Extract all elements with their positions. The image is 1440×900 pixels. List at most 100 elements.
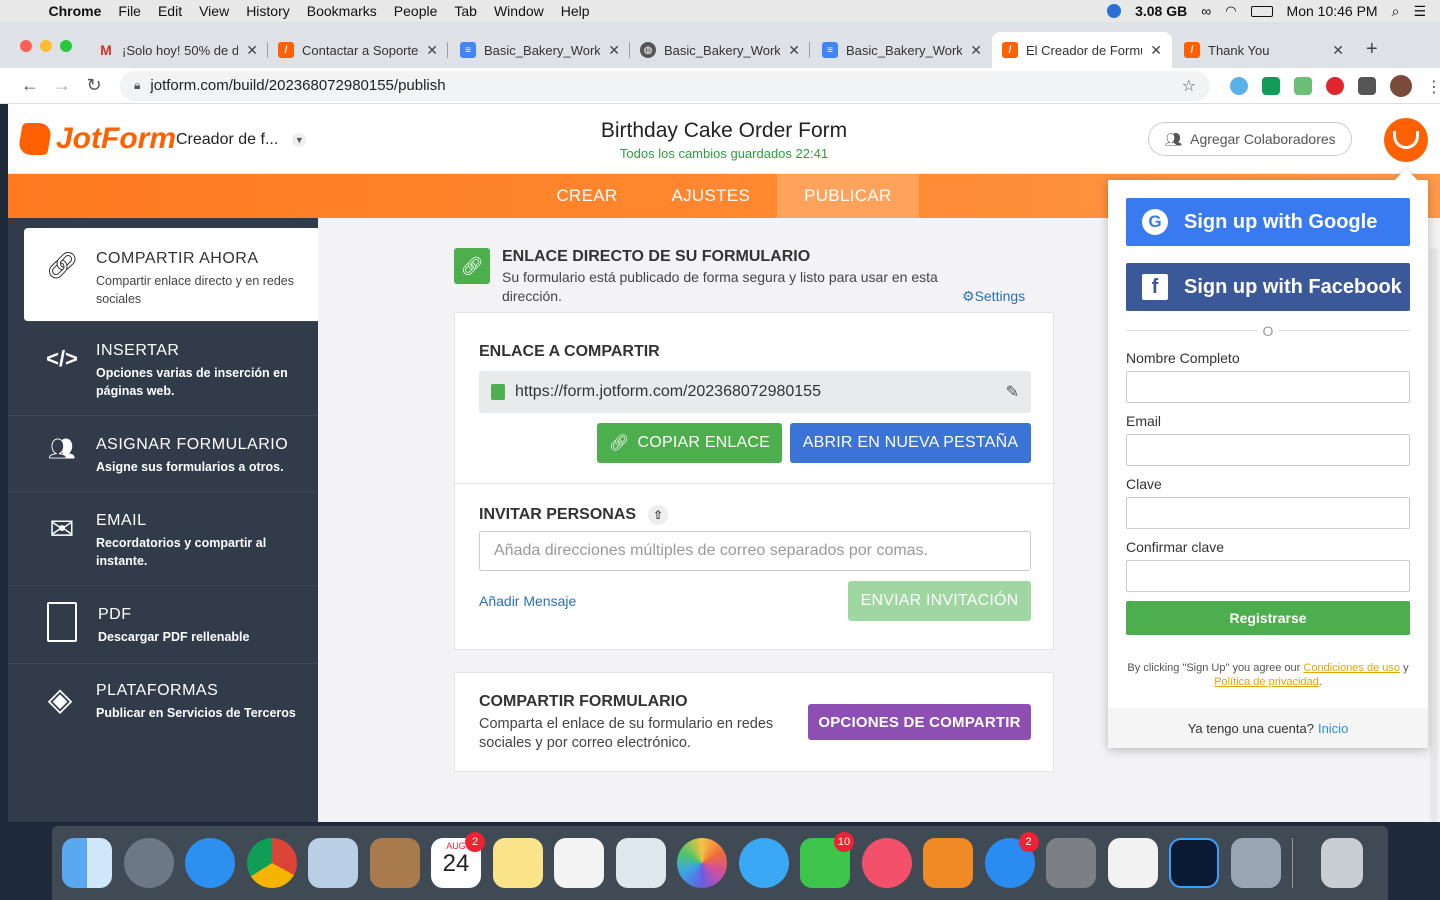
notes-icon[interactable]	[492, 838, 543, 888]
memory-icon[interactable]	[1107, 4, 1122, 18]
new-tab-button[interactable]: +	[1366, 38, 1378, 61]
menu-people[interactable]: People	[385, 3, 446, 19]
spotlight-icon[interactable]: ⌕	[1392, 3, 1400, 20]
menu-history[interactable]: History	[238, 3, 299, 19]
safari-icon[interactable]	[185, 838, 235, 888]
inbox-extension-icon[interactable]	[1294, 76, 1312, 95]
reminders-icon[interactable]	[554, 838, 604, 888]
close-icon[interactable]: ✕	[788, 42, 800, 59]
forward-icon[interactable]: →	[46, 75, 78, 96]
copy-link-button[interactable]: 🔗︎ COPIAR ENLACE	[597, 423, 782, 463]
battery-icon[interactable]	[1250, 5, 1273, 17]
settings-link[interactable]: ⚙Settings	[962, 288, 1025, 305]
tab-contactar-soporte[interactable]: / Contactar a Soporte ✕	[268, 32, 448, 68]
creative-cloud-icon[interactable]: ∞	[1201, 3, 1211, 19]
minimize-window-icon[interactable]	[40, 40, 52, 52]
menu-view[interactable]: View	[191, 3, 238, 19]
system-preferences-icon[interactable]	[1046, 838, 1096, 888]
open-new-tab-button[interactable]: ABRIR EN NUEVA PESTAÑA	[790, 423, 1031, 463]
contacts-icon[interactable]	[369, 838, 420, 888]
image-capture-icon[interactable]	[1230, 838, 1281, 888]
lock-icon[interactable]: 🔒︎	[134, 78, 140, 93]
cloud-extension-icon[interactable]	[1230, 76, 1248, 95]
confirm-password-field[interactable]	[1126, 560, 1410, 592]
terms-link[interactable]: Condiciones de uso	[1303, 662, 1400, 674]
pencil-icon[interactable]: ✎	[1006, 382, 1019, 402]
menu-window[interactable]: Window	[485, 3, 552, 19]
sidebar-item-compartir-ahora[interactable]: 🔗︎ COMPARTIR AHORA Compartir enlace dire…	[24, 228, 318, 322]
notification-center-icon[interactable]: ☰	[1413, 3, 1426, 20]
send-invitation-button[interactable]: ENVIAR INVITACIÓN	[848, 581, 1031, 621]
sidebar-item-pdf[interactable]: PDF Descargar PDF rellenable	[8, 586, 318, 664]
close-window-icon[interactable]	[20, 40, 32, 52]
tab-crear[interactable]: CREAR	[529, 174, 644, 218]
tab-thank-you[interactable]: / Thank You ✕	[1174, 32, 1354, 68]
calendar-icon[interactable]: AUG 24 2	[431, 832, 485, 888]
sidebar-item-plataformas[interactable]: ◈ PLATAFORMAS Publicar en Servicios de T…	[8, 664, 318, 740]
upload-icon[interactable]: ⇧	[648, 505, 669, 525]
omnibox[interactable]: 🔒︎ jotform.com/build/202368072980155/pub…	[120, 70, 1210, 101]
close-icon[interactable]: ✕	[246, 42, 258, 59]
sheets-extension-icon[interactable]	[1262, 76, 1280, 95]
tab-gmail[interactable]: M ¡Solo hoy! 50% de d ✕	[88, 32, 268, 68]
zoom-window-icon[interactable]	[60, 40, 72, 52]
tab-basic-bakery-1[interactable]: ≡ Basic_Bakery_Works ✕	[450, 32, 630, 68]
facetime-icon[interactable]: 10	[800, 832, 854, 888]
chrome-menu-icon[interactable]: ⋮	[1426, 77, 1440, 96]
photoshop-icon[interactable]	[1169, 838, 1219, 888]
scrollbar[interactable]	[1430, 248, 1438, 822]
clock[interactable]: Mon 10:46 PM	[1287, 3, 1378, 19]
textedit-icon[interactable]	[1107, 838, 1158, 888]
tab-creador-formularios[interactable]: / El Creador de Formu ✕	[992, 32, 1172, 68]
email-field[interactable]	[1126, 434, 1410, 466]
back-icon[interactable]: ←	[14, 75, 46, 96]
trash-icon[interactable]	[1320, 838, 1363, 888]
name-field[interactable]	[1126, 371, 1410, 403]
launchpad-icon[interactable]	[123, 838, 174, 888]
password-field[interactable]	[1126, 497, 1410, 529]
books-icon[interactable]	[923, 838, 973, 888]
invite-email-input[interactable]: Añada direcciones múltiples de correo se…	[479, 531, 1031, 571]
music-icon[interactable]	[861, 838, 912, 888]
account-avatar[interactable]	[1384, 118, 1428, 162]
menu-edit[interactable]: Edit	[149, 3, 190, 19]
close-icon[interactable]: ✕	[426, 42, 438, 59]
app-store-icon[interactable]: 2	[984, 832, 1039, 888]
register-button[interactable]: Registrarse	[1126, 601, 1410, 635]
share-url-field[interactable]: https://form.jotform.com/202368072980155…	[479, 371, 1031, 413]
close-icon[interactable]: ✕	[608, 42, 620, 59]
facebook-signup-button[interactable]: f Sign up with Facebook	[1126, 263, 1410, 311]
tab-basic-bakery-3[interactable]: ≡ Basic_Bakery_Works ✕	[812, 32, 992, 68]
wifi-icon[interactable]: ◠	[1225, 3, 1236, 19]
login-link[interactable]: Inicio	[1318, 721, 1348, 736]
reload-icon[interactable]: ↻	[78, 75, 110, 96]
close-icon[interactable]: ✕	[1332, 42, 1344, 59]
memory-readout[interactable]: 3.08 GB	[1135, 3, 1187, 19]
menu-chrome[interactable]: Chrome	[40, 3, 110, 19]
menu-file[interactable]: File	[110, 3, 150, 19]
adblock-icon[interactable]	[1326, 76, 1344, 95]
puzzle-extensions-icon[interactable]	[1358, 76, 1376, 95]
sidebar-item-insertar[interactable]: </> INSERTAR Opciones varias de inserció…	[8, 322, 318, 416]
privacy-link[interactable]: Política de privacidad	[1214, 676, 1319, 688]
photos-icon[interactable]	[677, 838, 727, 888]
menu-tab[interactable]: Tab	[446, 3, 486, 19]
menu-help[interactable]: Help	[552, 3, 598, 19]
preview-icon[interactable]	[308, 838, 358, 888]
share-options-button[interactable]: OPCIONES DE COMPARTIR	[808, 704, 1031, 740]
close-icon[interactable]: ✕	[970, 42, 982, 59]
finder-icon[interactable]	[62, 838, 112, 888]
tab-publicar[interactable]: PUBLICAR	[777, 174, 919, 218]
menu-bookmarks[interactable]: Bookmarks	[298, 3, 385, 19]
google-signup-button[interactable]: G Sign up with Google	[1126, 198, 1410, 246]
chrome-icon[interactable]	[246, 838, 297, 888]
tab-ajustes[interactable]: AJUSTES	[644, 174, 777, 218]
bookmark-star-icon[interactable]: ☆	[1182, 76, 1196, 96]
add-message-link[interactable]: Añadir Mensaje	[479, 593, 576, 609]
tab-basic-bakery-2[interactable]: ◍ Basic_Bakery_Works ✕	[630, 32, 810, 68]
profile-avatar-icon[interactable]	[1390, 74, 1412, 97]
add-collaborators-button[interactable]: 👥︎ Agregar Colaboradores	[1148, 122, 1352, 156]
sidebar-item-asignar[interactable]: 👥︎ ASIGNAR FORMULARIO Asigne sus formula…	[8, 416, 318, 492]
sidebar-item-email[interactable]: ✉ EMAIL Recordatorios y compartir al ins…	[8, 492, 318, 586]
photo-booth-icon[interactable]	[615, 838, 666, 888]
